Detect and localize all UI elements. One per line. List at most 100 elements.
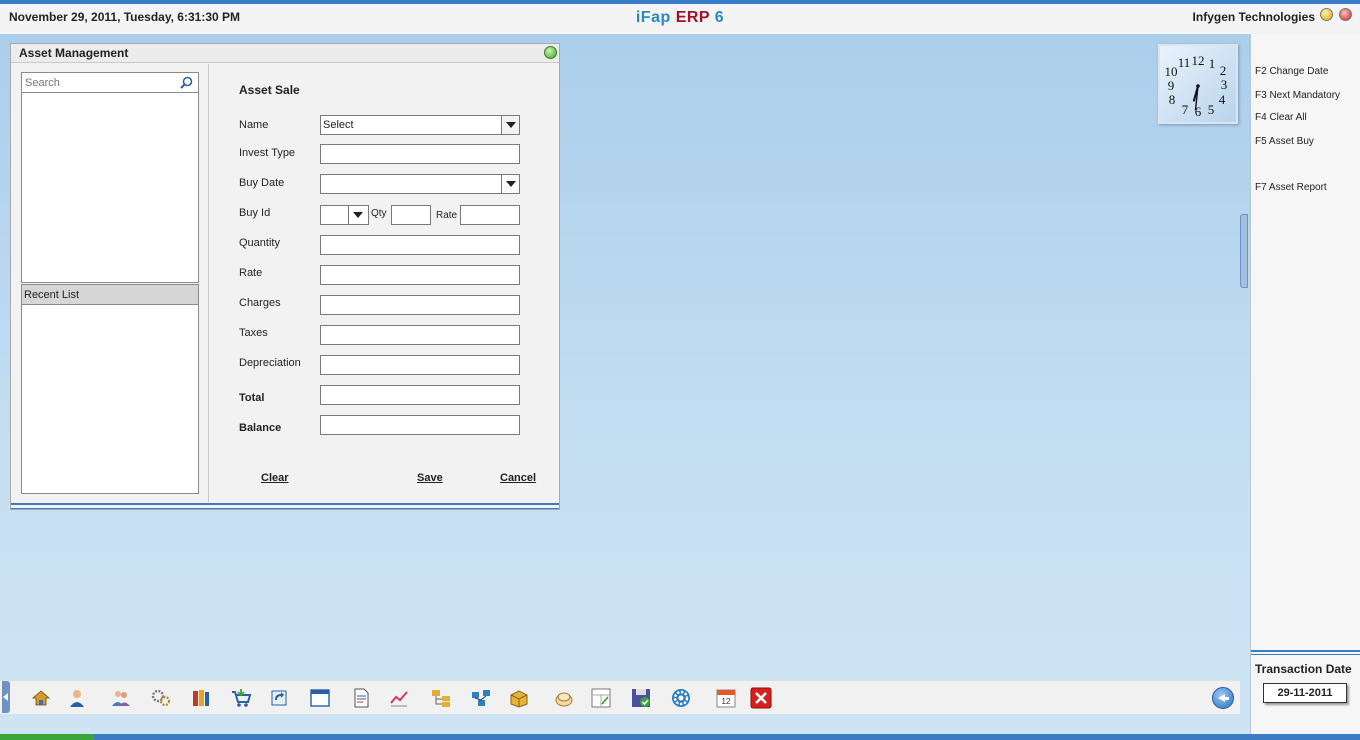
charges-field[interactable] [320,295,520,315]
buy-id-label: Buy Id [239,207,271,219]
total-field[interactable] [320,385,520,405]
calendar-icon[interactable]: 12 [715,687,737,709]
buy-id-select[interactable] [320,205,369,225]
rate-field[interactable] [320,265,520,285]
balance-label: Balance [239,422,282,434]
cart-icon[interactable] [230,687,252,709]
buy-date-label: Buy Date [239,177,285,189]
invest-type-label: Invest Type [239,147,296,159]
svg-text:4: 4 [1219,92,1226,107]
rate-label: Rate [239,267,263,279]
recent-list[interactable] [21,305,199,494]
taskbar: 12 [0,680,1240,714]
search-box [21,72,199,93]
coins-icon[interactable] [553,687,575,709]
buy-date-select[interactable] [320,174,520,194]
charges-label: Charges [239,297,281,309]
panel-divider [1251,650,1360,655]
top-header: November 29, 2011, Tuesday, 6:31:30 PM i… [0,0,1360,34]
shortcut-clear-all[interactable]: F4 Clear All [1255,112,1307,123]
qty-field[interactable] [391,205,431,225]
window-bottom-border [11,503,559,509]
books-icon[interactable] [190,687,212,709]
name-select-value: Select [323,119,354,131]
chevron-down-icon[interactable] [501,175,519,193]
network-icon[interactable] [470,687,492,709]
invest-type-field[interactable] [320,144,520,164]
bottom-status-strip [0,734,1360,740]
window-title: Asset Management [19,46,129,60]
depreciation-field[interactable] [320,355,520,375]
settings-gears-icon[interactable] [150,687,172,709]
sync-icon[interactable] [268,687,290,709]
shortcut-change-date[interactable]: F2 Change Date [1255,66,1328,77]
shortcut-next-mandatory[interactable]: F3 Next Mandatory [1255,90,1340,101]
close-x-icon[interactable] [750,687,772,709]
analog-clock: 12 1 2 3 4 5 6 7 8 9 10 11 [1158,44,1238,124]
back-arrow-icon[interactable] [1212,687,1234,709]
clock-face-icon: 12 1 2 3 4 5 6 7 8 9 10 11 [1165,53,1228,119]
progress-indicator [0,734,94,740]
save-check-icon[interactable] [630,687,652,709]
side-panel-grip[interactable] [1240,214,1248,288]
svg-text:5: 5 [1208,102,1215,117]
transaction-date-field[interactable]: 29-11-2011 [1263,683,1347,703]
svg-text:2: 2 [1220,63,1227,78]
svg-text:3: 3 [1221,77,1228,92]
gear-icon[interactable] [670,687,692,709]
window-title-bar[interactable]: Asset Management [11,44,559,63]
clear-button[interactable]: Clear [261,472,289,484]
quantity-field[interactable] [320,235,520,255]
folder-tree-icon[interactable] [430,687,452,709]
svg-text:8: 8 [1169,92,1176,107]
search-input[interactable] [25,75,175,90]
minimize-button[interactable] [1320,8,1333,21]
form-title: Asset Sale [239,83,300,97]
svg-text:12: 12 [722,697,731,706]
taskbar-collapse-arrow-icon[interactable] [2,681,10,713]
balance-field[interactable] [320,415,520,435]
svg-text:1: 1 [1209,56,1216,71]
window-status-button[interactable] [544,46,557,59]
chevron-down-icon[interactable] [501,116,519,134]
name-select[interactable]: Select [320,115,520,135]
taxes-field[interactable] [320,325,520,345]
chart-icon[interactable] [388,687,410,709]
search-results-list[interactable] [21,93,199,283]
svg-text:12: 12 [1192,53,1205,68]
window-icon[interactable] [309,687,331,709]
shortcut-asset-report[interactable]: F7 Asset Report [1255,182,1327,193]
people-icon[interactable] [110,687,132,709]
qty-label: Qty [371,208,387,219]
user-phone-icon[interactable] [66,687,88,709]
app-title-version: 6 [714,9,725,26]
home-icon[interactable] [30,687,52,709]
cancel-button[interactable]: Cancel [500,472,536,484]
shortcut-panel: F2 Change Date F3 Next Mandatory F4 Clea… [1250,34,1360,740]
shortcut-asset-buy[interactable]: F5 Asset Buy [1255,136,1314,147]
total-label: Total [239,392,265,404]
buy-rate-field[interactable] [460,205,520,225]
app-title: iFap ERP 6 [0,9,1360,27]
save-button[interactable]: Save [417,472,443,484]
quantity-label: Quantity [239,237,280,249]
transaction-date-label: Transaction Date [1255,662,1352,676]
calculator-icon[interactable] [590,687,612,709]
svg-text:10: 10 [1165,64,1178,79]
document-icon[interactable] [350,687,372,709]
close-app-button[interactable] [1339,8,1352,21]
asset-management-window: Asset Management Recent List Asset Sale … [10,43,560,510]
search-icon[interactable] [180,76,193,89]
taxes-label: Taxes [239,327,268,339]
app-title-erp: ERP [675,9,710,26]
left-pane: Recent List [11,64,209,502]
chevron-down-icon[interactable] [348,206,368,224]
company-name: Infygen Technologies [1192,10,1315,24]
app-title-ifap: iFap [635,9,671,26]
svg-text:7: 7 [1182,102,1189,117]
recent-list-header: Recent List [21,284,199,305]
svg-text:9: 9 [1168,78,1175,93]
package-icon[interactable] [508,687,530,709]
buy-rate-label: Rate [436,210,458,221]
name-label: Name [239,119,269,131]
